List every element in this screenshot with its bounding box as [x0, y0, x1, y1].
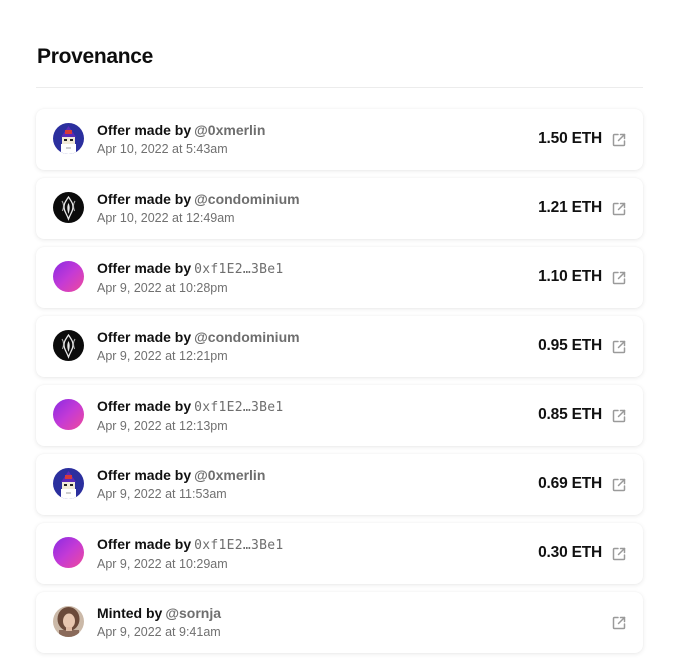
wizard-avatar[interactable] [53, 123, 84, 154]
provenance-row: Offer made by @condominium Apr 10, 2022 a… [36, 178, 643, 239]
event-actor-link[interactable]: @0xmerlin [194, 122, 265, 138]
gradient-avatar[interactable] [53, 399, 84, 430]
event-line: Offer made by 0xf1E2…3Be1 [97, 260, 284, 278]
event-action: Offer made by [97, 122, 192, 138]
event-actor-link[interactable]: @0xmerlin [194, 467, 265, 483]
event-date: Apr 9, 2022 at 9:41am [97, 625, 221, 639]
provenance-row: Offer made by 0xf1E2…3Be1 Apr 9, 2022 at … [36, 385, 643, 446]
event-actor-link[interactable]: @sornja [165, 605, 221, 621]
event-price: 0.95 ETH [538, 337, 602, 354]
provenance-row: Offer made by 0xf1E2…3Be1 Apr 9, 2022 at … [36, 247, 643, 308]
event-text: Offer made by 0xf1E2…3Be1 Apr 9, 2022 at … [97, 260, 284, 296]
external-link-icon[interactable] [611, 201, 627, 217]
event-date: Apr 10, 2022 at 12:49am [97, 211, 235, 225]
provenance-list: Offer made by @0xmerlin Apr 10, 2022 at 5… [36, 109, 643, 661]
event-action: Offer made by [97, 260, 192, 276]
gradient-avatar[interactable] [53, 261, 84, 292]
provenance-row: Offer made by @0xmerlin Apr 10, 2022 at 5… [36, 109, 643, 170]
provenance-row: Offer made by 0xf1E2…3Be1 Apr 9, 2022 at … [36, 523, 643, 584]
provenance-row: Offer made by @0xmerlin Apr 9, 2022 at 11… [36, 454, 643, 515]
divider [36, 87, 643, 88]
external-link-icon[interactable] [611, 546, 627, 562]
event-text: Offer made by @condominium Apr 9, 2022 at… [97, 329, 300, 364]
event-date: Apr 9, 2022 at 12:13pm [97, 419, 228, 433]
external-link-icon[interactable] [611, 270, 627, 286]
external-link-icon[interactable] [611, 339, 627, 355]
event-actor-link[interactable]: 0xf1E2…3Be1 [194, 262, 283, 277]
event-text: Offer made by @0xmerlin Apr 10, 2022 at 5… [97, 122, 265, 157]
event-line: Offer made by @0xmerlin [97, 467, 265, 484]
event-price: 0.85 ETH [538, 406, 602, 423]
flame-avatar[interactable] [53, 192, 84, 223]
event-action: Offer made by [97, 467, 192, 483]
event-line: Minted by @sornja [97, 605, 221, 622]
event-date: Apr 9, 2022 at 11:53am [97, 487, 227, 501]
event-price: 1.21 ETH [538, 199, 602, 216]
event-text: Offer made by 0xf1E2…3Be1 Apr 9, 2022 at … [97, 536, 284, 572]
event-price: 1.10 ETH [538, 268, 602, 285]
event-price: 1.50 ETH [538, 130, 602, 147]
event-action: Offer made by [97, 329, 192, 345]
portrait-avatar[interactable] [53, 606, 84, 637]
external-link-icon[interactable] [611, 615, 627, 631]
section-title: Provenance [37, 45, 154, 68]
event-date: Apr 9, 2022 at 12:21pm [97, 349, 228, 363]
external-link-icon[interactable] [611, 132, 627, 148]
event-line: Offer made by @condominium [97, 329, 300, 346]
provenance-row: Minted by @sornja Apr 9, 2022 at 9:41am [36, 592, 643, 653]
event-date: Apr 9, 2022 at 10:29am [97, 557, 228, 571]
event-action: Offer made by [97, 536, 192, 552]
event-price: 0.69 ETH [538, 475, 602, 492]
wizard-avatar[interactable] [53, 468, 84, 499]
event-line: Offer made by 0xf1E2…3Be1 [97, 536, 284, 554]
event-text: Offer made by @condominium Apr 10, 2022 a… [97, 191, 300, 226]
gradient-avatar[interactable] [53, 537, 84, 568]
external-link-icon[interactable] [611, 477, 627, 493]
event-action: Offer made by [97, 191, 192, 207]
event-text: Offer made by @0xmerlin Apr 9, 2022 at 11… [97, 467, 265, 502]
event-actor-link[interactable]: @condominium [194, 329, 299, 345]
event-actor-link[interactable]: 0xf1E2…3Be1 [194, 538, 283, 553]
event-line: Offer made by @0xmerlin [97, 122, 265, 139]
event-action: Minted by [97, 605, 163, 621]
provenance-row: Offer made by @condominium Apr 9, 2022 at… [36, 316, 643, 377]
event-text: Minted by @sornja Apr 9, 2022 at 9:41am [97, 605, 221, 640]
event-price: 0.30 ETH [538, 544, 602, 561]
event-action: Offer made by [97, 398, 192, 414]
event-date: Apr 9, 2022 at 10:28pm [97, 281, 228, 295]
event-actor-link[interactable]: @condominium [194, 191, 299, 207]
flame-avatar[interactable] [53, 330, 84, 361]
external-link-icon[interactable] [611, 408, 627, 424]
event-line: Offer made by 0xf1E2…3Be1 [97, 398, 284, 416]
event-date: Apr 10, 2022 at 5:43am [97, 142, 228, 156]
event-line: Offer made by @condominium [97, 191, 300, 208]
event-actor-link[interactable]: 0xf1E2…3Be1 [194, 400, 283, 415]
event-text: Offer made by 0xf1E2…3Be1 Apr 9, 2022 at … [97, 398, 284, 434]
